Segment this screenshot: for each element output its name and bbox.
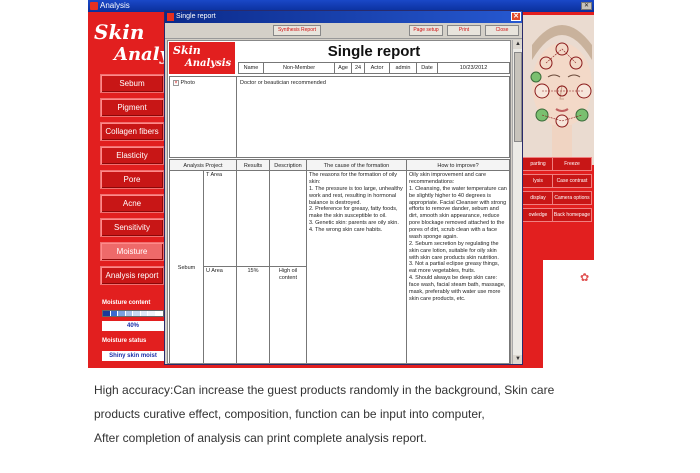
app-close-icon[interactable]: ✕ [581, 2, 592, 10]
caption-text: High accuracy:Can increase the guest pro… [94, 378, 684, 450]
screenshot-stage: Analysis ✕ Skin Analysis Sebum Pigment C… [0, 0, 700, 473]
scroll-down-arrow-icon[interactable]: ▼ [513, 355, 522, 364]
actor-value: admin [389, 62, 417, 74]
moisture-content-label: Moisture content [102, 300, 151, 306]
t-area-result [236, 170, 270, 267]
name-value: Non-Member [263, 62, 335, 74]
u-area-label: U Area [203, 266, 237, 363]
moisture-status-label: Moisture status [102, 338, 147, 344]
report-logo: Skin Analysis [169, 42, 235, 74]
menu-collagen-button[interactable]: Collagen fibers [100, 122, 164, 141]
menu-elasticity-button[interactable]: Elasticity [100, 146, 164, 165]
menu-sebum-button[interactable]: Sebum [100, 74, 164, 93]
single-report-dialog: Single report ✕ Synthesis Report Page se… [164, 10, 523, 365]
report-vertical-scrollbar[interactable]: ▲ ▼ [512, 40, 522, 364]
menu-analysis-report-button[interactable]: Analysis report [100, 266, 164, 285]
u-area-result: 15% [236, 266, 270, 363]
report-logo-skin: Skin [173, 44, 201, 57]
print-button[interactable]: Print [447, 25, 481, 36]
report-page: Skin Analysis Single report Name Non-Mem… [167, 40, 511, 364]
date-value: 10/23/2012 [437, 62, 510, 74]
logo-word-skin: Skin [94, 20, 145, 44]
u-area-description: High oil content [269, 266, 307, 363]
how-to-improve-text: Oily skin improvement and care recommend… [406, 170, 510, 363]
camera-options-button[interactable]: Camera options [552, 191, 592, 205]
report-window-title: Single report [176, 13, 216, 20]
date-label: Date [416, 62, 438, 74]
doctor-recommendation-cell: Doctor or beautician recommended [236, 76, 510, 158]
back-homepage-button[interactable]: Back homepage [552, 208, 592, 222]
face-illustration [516, 15, 594, 165]
caption-line-2: products curative effect, composition, f… [94, 407, 485, 421]
project-sebum-cell: Sebum [169, 170, 204, 363]
t-area-label: T Area [203, 170, 237, 267]
menu-sensitivity-button[interactable]: Sensitivity [100, 218, 164, 237]
report-logo-analysis: Analysis [185, 58, 232, 69]
moisture-percent-value: 40% [102, 321, 164, 331]
face-map-image[interactable] [516, 15, 594, 165]
photo-label: Photo [180, 80, 195, 86]
app-logo: Skin Analysis [88, 12, 197, 74]
caption-line-1: High accuracy:Can increase the guest pro… [94, 383, 555, 397]
menu-moisture-button[interactable]: Moisture [100, 242, 164, 261]
doctor-recommendation-label: Doctor or beautician recommended [240, 80, 326, 86]
age-label: Age [334, 62, 352, 74]
report-toolbar: Synthesis Report Page setup Print Close [165, 23, 522, 39]
app-window-icon [90, 2, 98, 10]
report-title-bar[interactable]: Single report [165, 11, 522, 23]
report-close-icon[interactable]: ✕ [511, 12, 521, 21]
age-value: 24 [351, 62, 365, 74]
report-window-icon [167, 13, 174, 21]
moisture-status-value: Shiny skin moist [102, 351, 164, 361]
page-setup-button[interactable]: Page setup [409, 25, 443, 36]
close-report-button[interactable]: Close [485, 25, 519, 36]
t-area-description [269, 170, 307, 267]
moisture-level-bar [102, 310, 164, 317]
freeze-button[interactable]: Freeze [552, 157, 592, 171]
app-title-text: Analysis [100, 1, 130, 10]
cause-of-formation-text: The reasons for the formation of oily sk… [306, 170, 407, 363]
caption-line-3: After completion of analysis can print c… [94, 431, 427, 445]
scroll-thumb[interactable] [514, 52, 522, 142]
menu-acne-button[interactable]: Acne [100, 194, 164, 213]
sparkle-icon: ✿ [580, 272, 590, 284]
synthesis-report-button[interactable]: Synthesis Report [273, 25, 321, 36]
menu-pigment-button[interactable]: Pigment [100, 98, 164, 117]
scroll-up-arrow-icon[interactable]: ▲ [513, 40, 522, 49]
photo-broken-image-icon: × [173, 80, 179, 86]
name-label: Name [238, 62, 264, 74]
report-heading: Single report [327, 43, 421, 60]
actor-label: Actor [364, 62, 390, 74]
case-contrast-button[interactable]: Case contrast [552, 174, 592, 188]
photo-cell: × Photo [169, 76, 237, 158]
menu-pore-button[interactable]: Pore [100, 170, 164, 189]
